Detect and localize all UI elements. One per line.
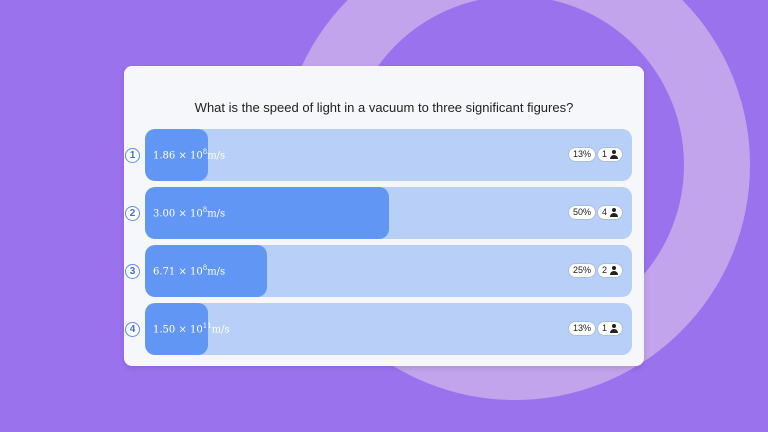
votes-badge: 2 (597, 264, 622, 277)
vote-count: 1 (601, 149, 607, 159)
user-icon (610, 208, 618, 217)
vote-count: 2 (601, 265, 607, 275)
votes-badge: 4 (597, 206, 622, 219)
user-icon (610, 266, 618, 275)
user-icon (610, 324, 618, 333)
poll-results-card: What is the speed of light in a vacuum t… (124, 66, 644, 366)
poll-option-2[interactable]: 2 3.00 × 108m/s 50% 4 (124, 187, 644, 239)
poll-option-3[interactable]: 3 6.71 × 108m/s 25% 2 (124, 245, 644, 297)
option-answer: 6.71 × 108m/s (153, 264, 226, 278)
option-number: 4 (125, 322, 140, 337)
option-number: 1 (125, 148, 140, 163)
poll-option-1[interactable]: 1 1.86 × 108m/s 13% 1 (124, 129, 644, 181)
option-stats: 50% 4 (568, 206, 622, 219)
poll-question: What is the speed of light in a vacuum t… (194, 100, 574, 115)
option-stats: 25% 2 (568, 264, 622, 277)
result-bar-track: 6.71 × 108m/s 25% 2 (145, 245, 632, 297)
user-icon (610, 150, 618, 159)
percent-badge: 50% (568, 206, 595, 219)
option-number: 3 (125, 264, 140, 279)
option-stats: 13% 1 (568, 148, 622, 161)
percent-badge: 13% (568, 322, 595, 335)
option-number: 2 (125, 206, 140, 221)
option-answer: 1.50 × 1011m/s (153, 322, 230, 336)
votes-badge: 1 (597, 322, 622, 335)
percent-badge: 13% (568, 148, 595, 161)
option-answer: 3.00 × 108m/s (153, 206, 226, 220)
vote-count: 1 (601, 323, 607, 333)
result-bar-track: 3.00 × 108m/s 50% 4 (145, 187, 632, 239)
option-answer: 1.86 × 108m/s (153, 148, 226, 162)
votes-badge: 1 (597, 148, 622, 161)
result-bar-track: 1.50 × 1011m/s 13% 1 (145, 303, 632, 355)
vote-count: 4 (601, 207, 607, 217)
percent-badge: 25% (568, 264, 595, 277)
result-bar-track: 1.86 × 108m/s 13% 1 (145, 129, 632, 181)
option-stats: 13% 1 (568, 322, 622, 335)
poll-option-4[interactable]: 4 1.50 × 1011m/s 13% 1 (124, 303, 644, 355)
